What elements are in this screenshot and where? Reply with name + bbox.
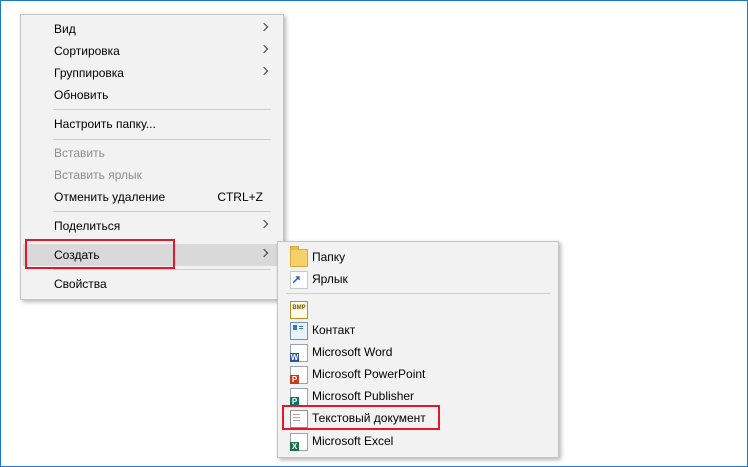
submenu-arrow-icon — [255, 62, 281, 84]
menu-item-paste: Вставить — [23, 142, 281, 164]
menu-item-sort[interactable]: Сортировка — [23, 40, 281, 62]
menu-separator — [53, 109, 271, 110]
menu-item-shortcut: CTRL+Z — [217, 190, 263, 204]
excel-icon: X — [290, 433, 308, 451]
menu-item-refresh[interactable]: Обновить — [23, 84, 281, 106]
submenu-item-word[interactable]: W Microsoft Word — [280, 341, 556, 363]
contact-icon — [290, 322, 308, 340]
menu-item-label: Настроить папку... — [54, 117, 156, 131]
submenu-item-label: Папку — [312, 250, 346, 264]
menu-item-group[interactable]: Группировка — [23, 62, 281, 84]
menu-item-paste-shortcut: Вставить ярлык — [23, 164, 281, 186]
word-icon: W — [290, 344, 308, 362]
menu-item-label: Свойства — [54, 277, 107, 291]
submenu-item-label: Microsoft Publisher — [312, 389, 415, 403]
submenu-item-folder[interactable]: Папку — [280, 246, 556, 268]
submenu-item-bitmap[interactable]: BMP — [280, 298, 556, 320]
submenu-item-label: Microsoft Excel — [312, 434, 394, 448]
bitmap-icon: BMP — [290, 301, 308, 319]
menu-item-label: Вид — [54, 22, 76, 36]
submenu-arrow-icon — [255, 18, 281, 40]
menu-item-view[interactable]: Вид — [23, 18, 281, 40]
submenu-item-shortcut[interactable]: Ярлык — [280, 268, 556, 291]
menu-item-label: Поделиться — [54, 219, 121, 233]
menu-item-label: Группировка — [54, 66, 124, 80]
submenu-arrow-icon — [255, 40, 281, 62]
menu-separator — [286, 293, 550, 294]
menu-separator — [53, 139, 271, 140]
submenu-item-label: Контакт — [312, 323, 356, 337]
shortcut-icon — [290, 269, 308, 291]
text-document-highlight — [282, 405, 440, 430]
menu-item-label: Вставить — [54, 146, 105, 160]
menu-separator — [53, 211, 271, 212]
menu-item-label: Сортировка — [54, 44, 120, 58]
submenu-item-contact[interactable]: Контакт — [280, 319, 556, 341]
menu-item-label: Отменить удаление — [54, 190, 166, 204]
submenu-arrow-icon — [255, 215, 281, 237]
publisher-icon: P — [290, 388, 308, 406]
submenu-item-label: Microsoft Word — [312, 345, 393, 359]
menu-item-label: Вставить ярлык — [54, 168, 142, 182]
menu-separator — [53, 269, 271, 270]
submenu-item-label: Ярлык — [312, 272, 348, 286]
powerpoint-icon: P — [290, 366, 308, 384]
menu-item-label: Обновить — [54, 88, 109, 102]
submenu-item-publisher[interactable]: P Microsoft Publisher — [280, 385, 556, 407]
folder-icon — [290, 246, 308, 267]
menu-item-share[interactable]: Поделиться — [23, 215, 281, 237]
submenu-item-excel[interactable]: X Microsoft Excel — [280, 430, 556, 452]
menu-item-customize-folder[interactable]: Настроить папку... — [23, 113, 281, 135]
submenu-item-label: Microsoft PowerPoint — [312, 367, 426, 381]
submenu-item-powerpoint[interactable]: P Microsoft PowerPoint — [280, 363, 556, 385]
menu-item-properties[interactable]: Свойства — [23, 273, 281, 295]
new-item-highlight — [25, 239, 175, 269]
menu-item-undo-delete[interactable]: Отменить удаление CTRL+Z — [23, 186, 281, 208]
